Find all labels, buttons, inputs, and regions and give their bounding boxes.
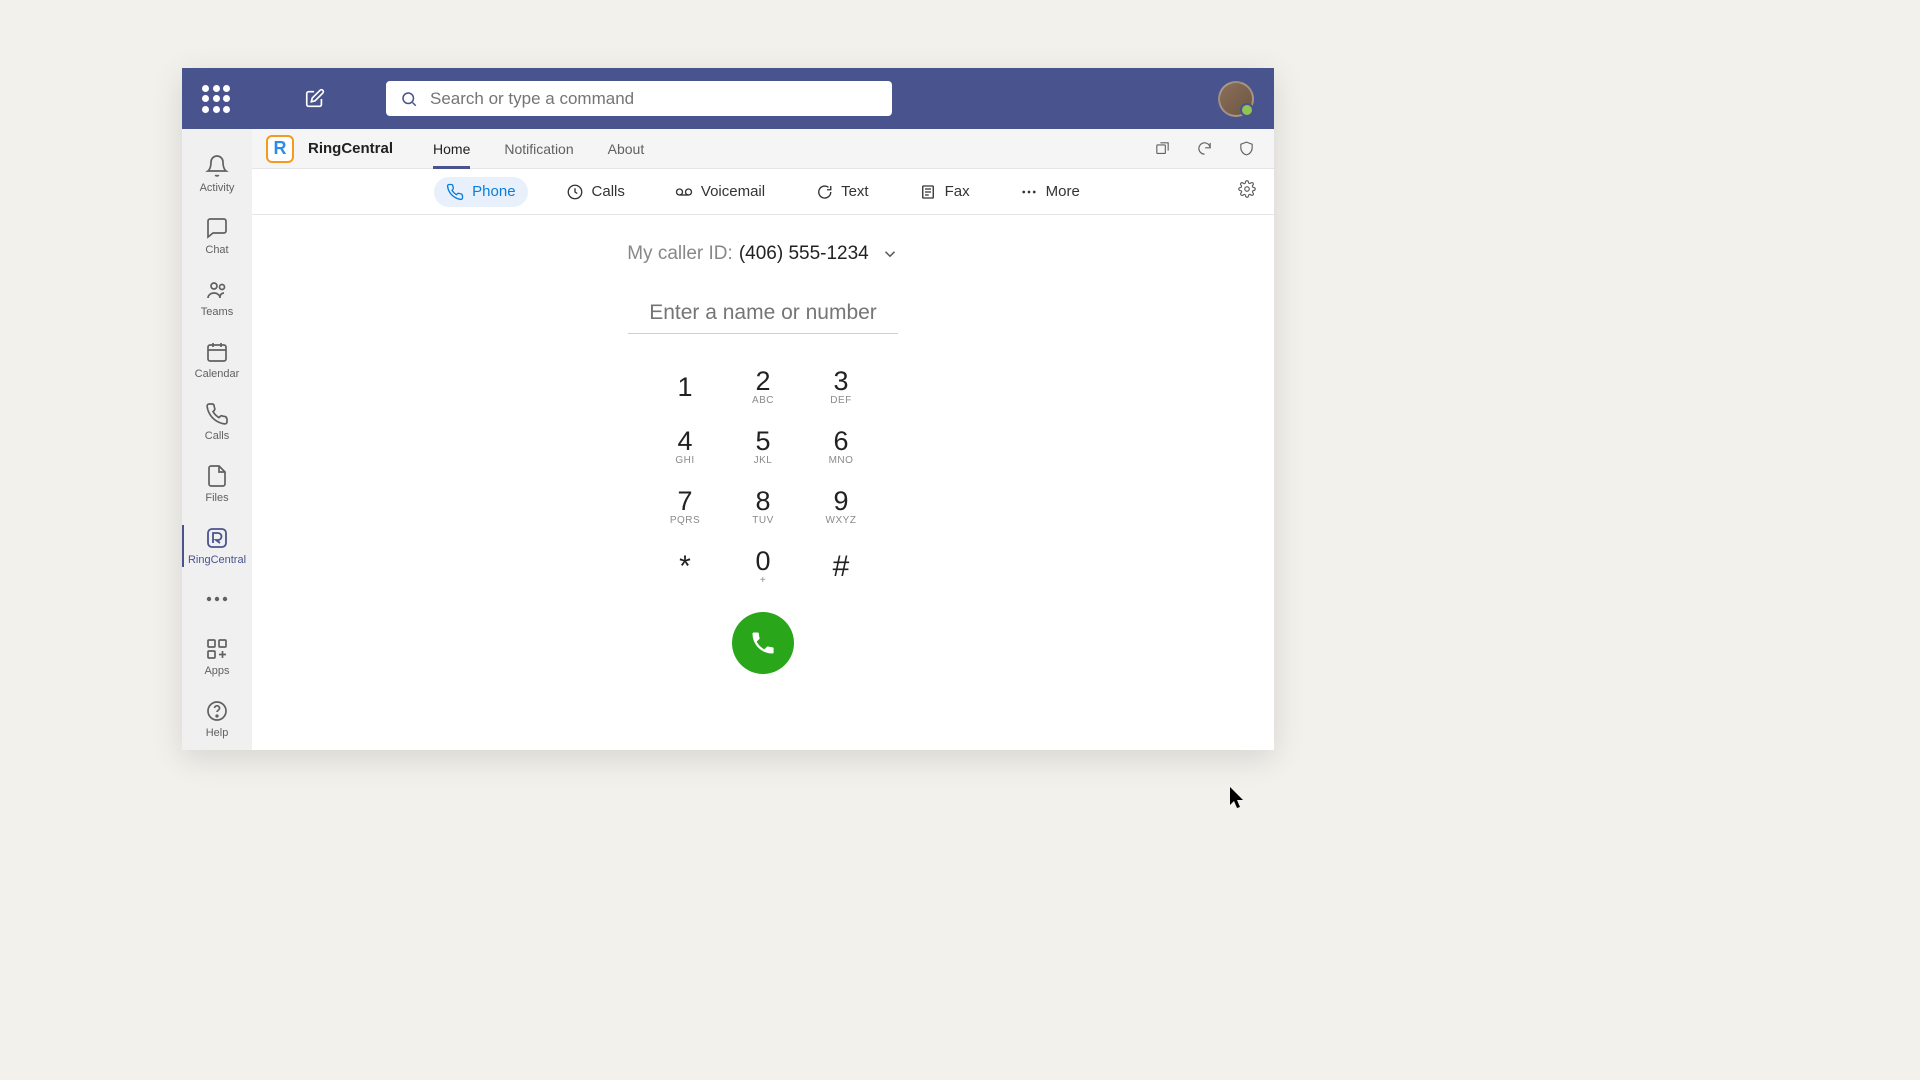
sidebar-label: Activity <box>200 182 235 194</box>
phone-icon <box>749 629 777 657</box>
toolbar-label: Text <box>841 183 869 200</box>
key-9[interactable]: 9WXYZ <box>802 476 880 536</box>
clock-icon <box>566 183 584 201</box>
more-icon <box>1020 183 1038 201</box>
key-8[interactable]: 8TUV <box>724 476 802 536</box>
bell-icon <box>205 154 229 178</box>
key-2[interactable]: 2ABC <box>724 356 802 416</box>
sidebar-label: RingCentral <box>188 554 246 566</box>
sidebar-item-activity[interactable]: Activity <box>182 143 252 205</box>
key-star[interactable]: * <box>646 536 724 596</box>
fax-icon <box>919 183 937 201</box>
file-icon <box>205 464 229 488</box>
key-pound[interactable]: # <box>802 536 880 596</box>
sidebar-item-chat[interactable]: Chat <box>182 205 252 267</box>
toolbar-text[interactable]: Text <box>803 177 881 207</box>
toolbar-label: Calls <box>592 183 625 200</box>
toolbar-phone[interactable]: Phone <box>434 177 527 207</box>
shield-icon[interactable] <box>1232 135 1260 163</box>
key-1[interactable]: 1 <box>646 356 724 416</box>
sidebar-item-help[interactable]: Help <box>182 688 252 750</box>
caller-id-selector[interactable]: My caller ID: (406) 555-1234 <box>627 243 899 265</box>
toolbar-fax[interactable]: Fax <box>907 177 982 207</box>
cursor-icon <box>1230 787 1248 811</box>
key-4[interactable]: 4GHI <box>646 416 724 476</box>
toolbar-label: Fax <box>945 183 970 200</box>
key-3[interactable]: 3DEF <box>802 356 880 416</box>
sidebar-label: Calls <box>205 430 229 442</box>
dial-input[interactable] <box>628 293 898 334</box>
call-button[interactable] <box>732 612 794 674</box>
sidebar-label: Teams <box>201 306 233 318</box>
phone-icon <box>446 183 464 201</box>
sub-toolbar: Phone Calls Voicemail Text Fax <box>252 169 1274 215</box>
key-0[interactable]: 0+ <box>724 536 802 596</box>
search-icon <box>400 90 418 108</box>
sidebar-item-calendar[interactable]: Calendar <box>182 329 252 391</box>
refresh-icon[interactable] <box>1190 135 1218 163</box>
toolbar-label: More <box>1046 183 1080 200</box>
sidebar-item-ringcentral[interactable]: RingCentral <box>182 515 252 577</box>
content-area: R RingCentral Home Notification About Ph… <box>252 129 1274 750</box>
sidebar-label: Calendar <box>195 368 240 380</box>
calendar-icon <box>205 340 229 364</box>
key-5[interactable]: 5JKL <box>724 416 802 476</box>
sidebar-item-calls[interactable]: Calls <box>182 391 252 453</box>
toolbar-more[interactable]: More <box>1008 177 1092 207</box>
voicemail-icon <box>675 183 693 201</box>
help-icon <box>205 699 229 723</box>
titlebar <box>182 68 1274 129</box>
sidebar-item-teams[interactable]: Teams <box>182 267 252 329</box>
chevron-down-icon <box>881 245 899 263</box>
search-box[interactable] <box>386 81 892 116</box>
teams-icon <box>205 278 229 302</box>
app-rail: Activity Chat Teams Calendar Calls Files <box>182 129 252 750</box>
toolbar-label: Voicemail <box>701 183 765 200</box>
sidebar-label: Chat <box>205 244 228 256</box>
caller-id-value: (406) 555-1234 <box>739 243 869 265</box>
tab-about[interactable]: About <box>598 129 655 169</box>
popout-icon[interactable] <box>1148 135 1176 163</box>
sidebar-item-files[interactable]: Files <box>182 453 252 515</box>
key-7[interactable]: 7PQRS <box>646 476 724 536</box>
phone-icon <box>205 402 229 426</box>
app-launcher-icon[interactable] <box>202 85 230 113</box>
sidebar-label: Files <box>205 492 228 504</box>
caller-id-label: My caller ID: <box>627 243 733 265</box>
sidebar-item-apps[interactable]: Apps <box>182 626 252 688</box>
presence-badge <box>1240 103 1254 117</box>
settings-button[interactable] <box>1238 180 1256 203</box>
sidebar-label: Apps <box>204 665 229 677</box>
ringcentral-logo: R <box>266 135 294 163</box>
toolbar-voicemail[interactable]: Voicemail <box>663 177 777 207</box>
tab-notification[interactable]: Notification <box>494 129 583 169</box>
sidebar-more[interactable] <box>182 577 252 621</box>
more-icon <box>205 596 229 602</box>
key-6[interactable]: 6MNO <box>802 416 880 476</box>
dialpad: 1 2ABC 3DEF 4GHI 5JKL 6MNO 7PQRS 8TUV 9W… <box>646 356 880 596</box>
user-avatar[interactable] <box>1218 81 1254 117</box>
text-icon <box>815 183 833 201</box>
tab-home[interactable]: Home <box>423 129 480 169</box>
chat-icon <box>205 216 229 240</box>
dialer-panel: My caller ID: (406) 555-1234 1 2ABC 3DEF… <box>252 215 1274 750</box>
app-name: RingCentral <box>308 140 393 157</box>
ringcentral-icon <box>205 526 229 550</box>
search-input[interactable] <box>430 89 878 109</box>
compose-icon[interactable] <box>304 88 326 110</box>
sidebar-label: Help <box>206 727 229 739</box>
toolbar-label: Phone <box>472 183 515 200</box>
app-header: R RingCentral Home Notification About <box>252 129 1274 169</box>
apps-icon <box>205 637 229 661</box>
gear-icon <box>1238 180 1256 198</box>
toolbar-calls[interactable]: Calls <box>554 177 637 207</box>
app-window: Activity Chat Teams Calendar Calls Files <box>182 68 1274 750</box>
